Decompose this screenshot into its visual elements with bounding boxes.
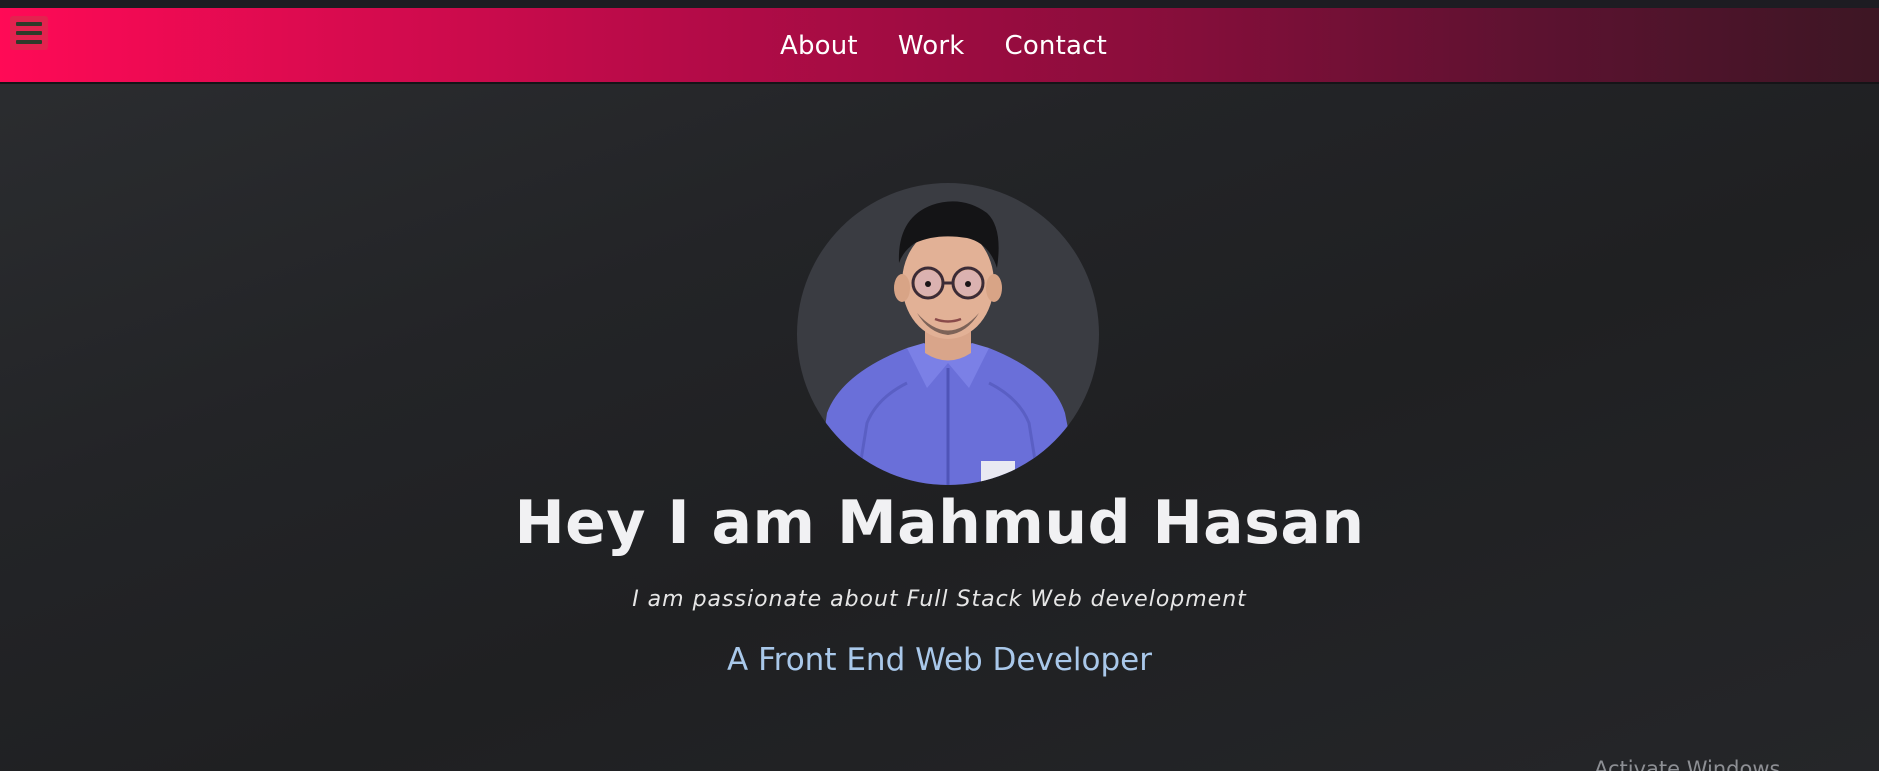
navbar: About Work Contact — [0, 8, 1879, 84]
hero-role: A Front End Web Developer — [727, 642, 1152, 678]
nav-link-work[interactable]: Work — [898, 31, 965, 61]
nav-link-about[interactable]: About — [780, 31, 858, 61]
hero-subtitle: I am passionate about Full Stack Web dev… — [632, 587, 1247, 612]
activate-windows-watermark: Activate Windows — [1594, 757, 1781, 771]
browser-top-strip — [0, 0, 1879, 8]
profile-photo-illustration — [817, 201, 1079, 485]
profile-photo — [797, 183, 1099, 485]
hero-title: Hey I am Mahmud Hasan — [514, 488, 1365, 558]
nav-link-contact[interactable]: Contact — [1004, 31, 1107, 61]
nav-links: About Work Contact — [0, 8, 1879, 84]
page: About Work Contact Hey I am Mahmud Hasan… — [0, 0, 1879, 771]
